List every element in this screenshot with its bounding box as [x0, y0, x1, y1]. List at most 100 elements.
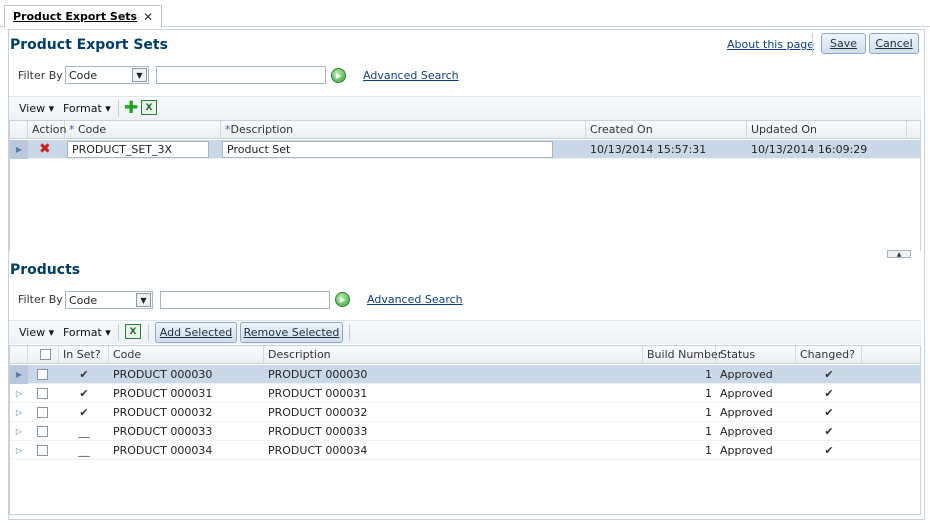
code-cell: PRODUCT 000032	[113, 406, 213, 419]
column-updated-on[interactable]: Updated On	[747, 121, 907, 139]
export-sets-grid: Action * Code *Description Created On Up…	[9, 120, 921, 252]
row-pointer-icon: ▷	[15, 408, 23, 417]
row-pointer-icon: ▶	[10, 140, 28, 159]
table-row[interactable]: ▷ ✔ PRODUCT 000032 PRODUCT 000032 1 Appr…	[10, 403, 920, 422]
add-icon[interactable]: ✚	[124, 98, 138, 118]
products-advanced-search-link[interactable]: Advanced Search	[367, 293, 463, 306]
filter-by-label: Filter By	[18, 69, 63, 82]
column-description[interactable]: *Description	[221, 121, 586, 139]
filter-field-select[interactable]: Code ▼	[65, 66, 149, 84]
changed-cell: ✔	[824, 387, 834, 400]
changed-cell: ✔	[824, 406, 834, 419]
excel-export-icon[interactable]: X	[141, 100, 157, 115]
table-row[interactable]: ▷ ✔ PRODUCT 000031 PRODUCT 000031 1 Appr…	[10, 384, 920, 403]
save-button[interactable]: Save	[821, 33, 866, 54]
column-code[interactable]: Code	[109, 346, 264, 364]
delete-icon[interactable]: ✖	[39, 141, 51, 157]
column-code-label: Code	[78, 123, 107, 136]
status-cell: Approved	[720, 406, 773, 419]
table-row[interactable]: ▶ ✔ PRODUCT 000030 PRODUCT 000030 1 Appr…	[10, 365, 920, 384]
select-all-checkbox[interactable]	[40, 349, 51, 360]
code-cell: PRODUCT 000030	[113, 368, 213, 381]
build-number-cell: 1	[705, 406, 712, 419]
cancel-label: Cancel	[875, 37, 913, 50]
column-build-number[interactable]: Build Number	[643, 346, 722, 364]
about-this-page-link[interactable]: About this page	[727, 38, 814, 51]
add-selected-label: Add Selected	[159, 326, 233, 339]
description-cell: PRODUCT 000034	[268, 444, 368, 457]
filter-field-value: Code	[69, 68, 98, 82]
row-header-cell	[10, 121, 28, 139]
format-menu[interactable]: Format ▾	[63, 326, 111, 339]
format-menu[interactable]: Format ▾	[63, 102, 111, 115]
status-cell: Approved	[720, 425, 773, 438]
view-menu[interactable]: View ▾	[19, 326, 54, 339]
chevron-down-icon[interactable]: ▼	[132, 68, 147, 82]
chevron-down-icon[interactable]: ▼	[136, 293, 151, 307]
export-sets-toolbar: View ▾ Format ▾ ✚ X	[9, 96, 921, 120]
products-title: Products	[10, 262, 81, 278]
row-checkbox[interactable]	[37, 445, 48, 456]
go-icon[interactable]: ▶	[331, 68, 346, 83]
grid-header: In Set? Code Description Build Number St…	[10, 346, 920, 364]
row-pointer-icon: ▶	[10, 365, 28, 384]
panel-splitter[interactable]	[9, 251, 921, 258]
row-header-cell	[10, 346, 28, 364]
status-cell: Approved	[720, 387, 773, 400]
cancel-button[interactable]: Cancel	[869, 33, 919, 54]
column-changed[interactable]: Changed?	[796, 346, 862, 364]
products-search-input[interactable]	[160, 291, 330, 309]
grid-header: Action * Code *Description Created On Up…	[10, 121, 920, 139]
toolbar-separator	[148, 324, 149, 341]
row-pointer-icon: ▷	[15, 389, 23, 398]
row-pointer-icon: ▷	[15, 446, 23, 455]
table-row[interactable]: ▷ __ PRODUCT 000033 PRODUCT 000033 1 App…	[10, 422, 920, 441]
build-number-cell: 1	[705, 425, 712, 438]
created-on-cell: 10/13/2014 15:57:31	[590, 143, 707, 156]
column-action: Action	[28, 121, 66, 139]
status-cell: Approved	[720, 444, 773, 457]
column-created-on[interactable]: Created On	[586, 121, 747, 139]
code-field[interactable]: PRODUCT_SET_3X	[67, 141, 209, 158]
in-set-cell: __	[78, 444, 90, 457]
close-icon[interactable]: ✕	[143, 10, 153, 24]
column-description[interactable]: Description	[264, 346, 643, 364]
column-select-all	[28, 346, 59, 364]
go-icon[interactable]: ▶	[335, 292, 350, 307]
code-cell: PRODUCT 000034	[113, 444, 213, 457]
products-grid: In Set? Code Description Build Number St…	[9, 345, 921, 515]
page-title: Product Export Sets	[10, 37, 168, 53]
remove-selected-button[interactable]: Remove Selected	[240, 322, 343, 343]
toolbar-separator	[349, 324, 350, 341]
description-field[interactable]: Product Set	[222, 141, 553, 158]
advanced-search-link[interactable]: Advanced Search	[363, 69, 459, 82]
changed-cell: ✔	[824, 444, 834, 457]
tab-label: Product Export Sets	[13, 10, 138, 23]
column-code[interactable]: * Code	[65, 121, 221, 139]
in-set-cell: ✔	[79, 368, 89, 381]
column-status[interactable]: Status	[716, 346, 796, 364]
tab-product-export-sets[interactable]: Product Export Sets ✕	[4, 5, 163, 28]
toolbar-separator	[118, 324, 119, 341]
save-label: Save	[829, 37, 857, 50]
row-checkbox[interactable]	[37, 407, 48, 418]
collapse-up-icon[interactable]: ▲	[887, 250, 911, 258]
row-checkbox[interactable]	[37, 426, 48, 437]
build-number-cell: 1	[705, 368, 712, 381]
table-row[interactable]: ▶ ✖ PRODUCT_SET_3X Product Set 10/13/201…	[10, 140, 920, 159]
tab-strip: Product Export Sets ✕	[0, 0, 930, 28]
code-cell: PRODUCT 000033	[113, 425, 213, 438]
view-menu[interactable]: View ▾	[19, 102, 54, 115]
description-cell: PRODUCT 000032	[268, 406, 368, 419]
column-description-label: Description	[230, 123, 294, 136]
table-row[interactable]: ▷ __ PRODUCT 000034 PRODUCT 000034 1 App…	[10, 441, 920, 460]
changed-cell: ✔	[824, 368, 834, 381]
column-in-set[interactable]: In Set?	[59, 346, 109, 364]
filter-search-input[interactable]	[156, 66, 326, 84]
products-toolbar: View ▾ Format ▾ X Add Selected Remove Se…	[9, 320, 921, 344]
products-filter-field-select[interactable]: Code ▼	[65, 291, 153, 309]
row-checkbox[interactable]	[37, 388, 48, 399]
row-checkbox[interactable]	[37, 369, 48, 380]
add-selected-button[interactable]: Add Selected	[155, 322, 237, 343]
excel-export-icon[interactable]: X	[125, 324, 141, 339]
